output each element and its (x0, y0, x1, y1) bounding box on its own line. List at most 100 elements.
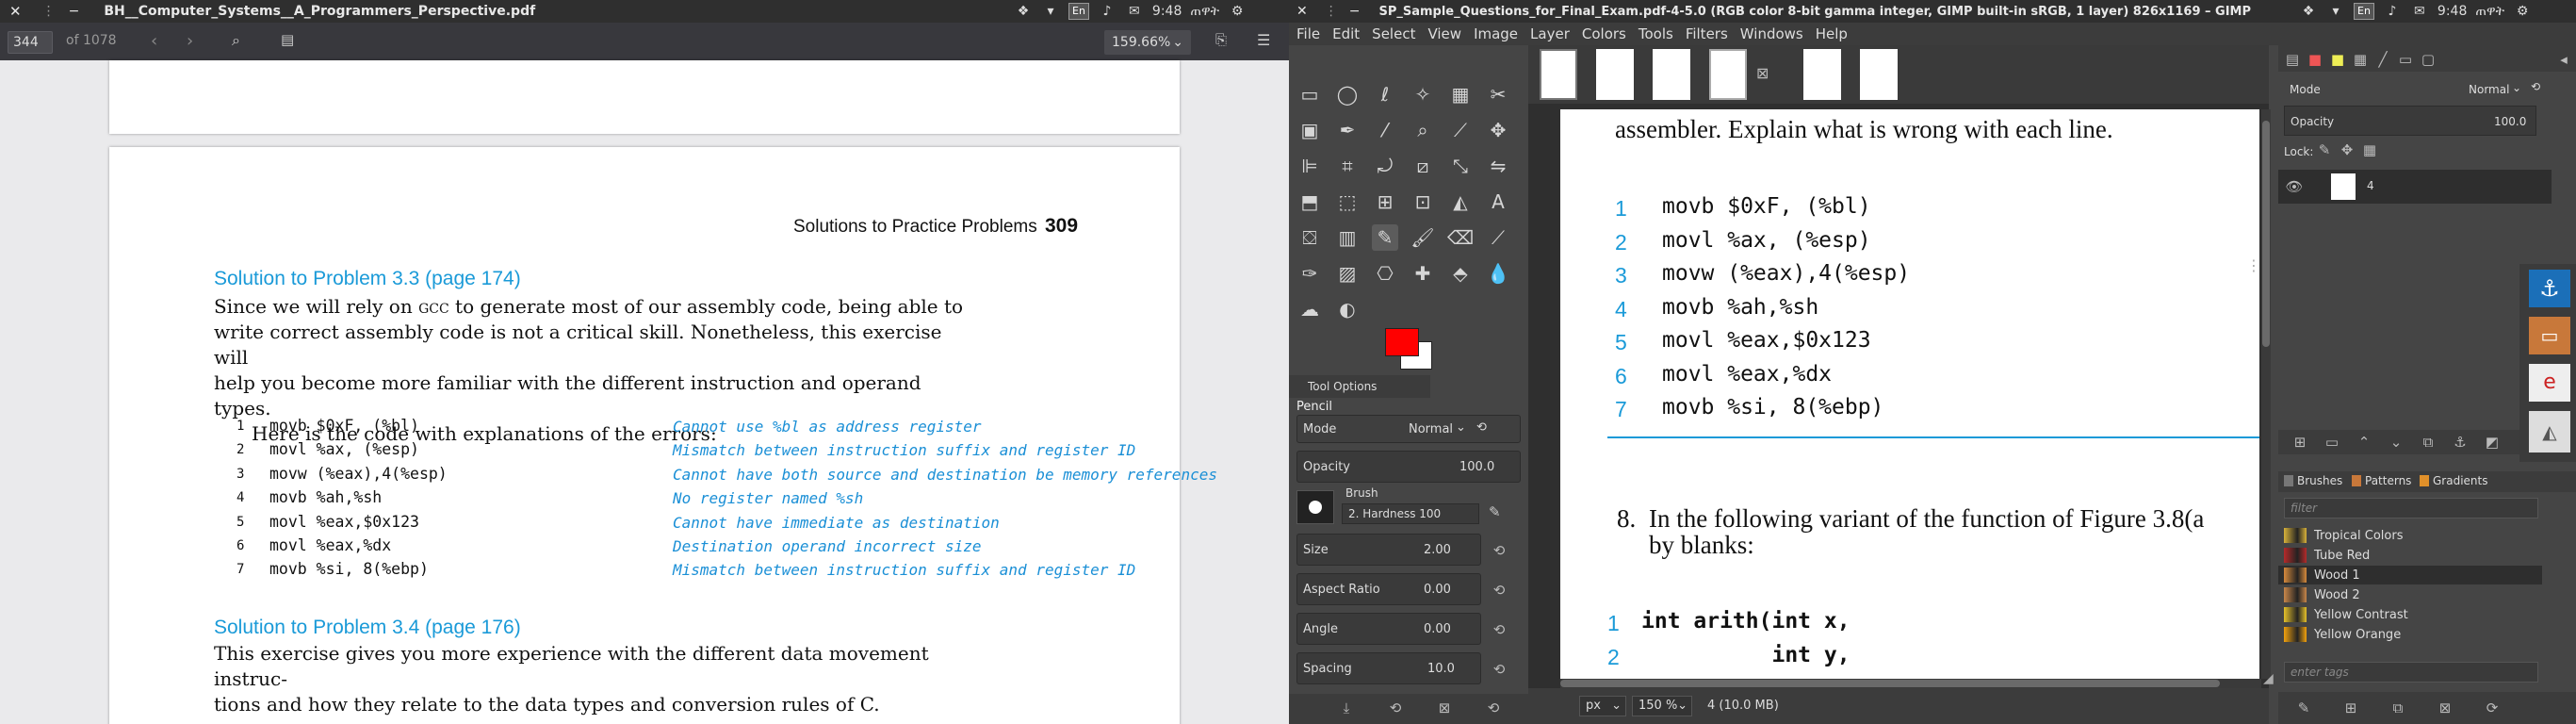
document-icon[interactable]: ▢ (2418, 49, 2438, 70)
gradient-item[interactable]: Wood 2 (2278, 585, 2542, 604)
menu-item-edit[interactable]: Edit (1332, 25, 1360, 42)
spacing-slider[interactable]: Spacing 10.0 (1296, 652, 1481, 684)
align-icon[interactable]: ⊫ (1296, 153, 1323, 179)
smudge-icon[interactable]: ☁ (1296, 296, 1323, 322)
rect-select-icon[interactable]: ▭ (1296, 81, 1323, 107)
mail-icon[interactable]: ✉ (1125, 2, 1144, 21)
tab-patterns[interactable]: Patterns (2352, 474, 2411, 487)
menu-item-filters[interactable]: Filters (1686, 25, 1728, 42)
cage-icon[interactable]: ⊡ (1410, 189, 1436, 215)
raise-layer-icon[interactable]: ⌃ (2354, 432, 2374, 452)
reset-icon[interactable]: ⟲ (1489, 659, 1509, 680)
search-icon[interactable]: ⌕ (232, 31, 240, 50)
network-icon[interactable]: ▾ (2326, 2, 2345, 21)
gradient-item[interactable]: Tube Red (2278, 546, 2542, 565)
zoom-icon[interactable]: ⌕ (1410, 117, 1436, 143)
navigate-icon[interactable]: ◢ (2263, 671, 2274, 686)
outline-icon[interactable]: ▤ (281, 31, 294, 48)
color-picker-icon[interactable]: ⁄ (1372, 117, 1398, 143)
browser-app-icon[interactable]: e (2529, 364, 2570, 402)
crop-icon[interactable]: ⌗ (1334, 153, 1361, 179)
lock-pixels-icon[interactable]: ✎ (2314, 140, 2335, 160)
menu-item-file[interactable]: File (1296, 25, 1320, 42)
close-tab-icon[interactable]: ⊠ (1756, 64, 1769, 82)
ellipse-select-icon[interactable]: ◯ (1334, 81, 1361, 107)
configure-tab-icon[interactable]: ◂ (2553, 49, 2574, 70)
aspect-ratio-slider[interactable]: Aspect Ratio 0.00 (1296, 573, 1481, 605)
volume-icon[interactable]: ♪ (1098, 2, 1117, 21)
mail-icon[interactable]: ✉ (2410, 2, 2429, 21)
free-select-icon[interactable]: ℓ (1372, 81, 1398, 107)
ink-icon[interactable]: ✑ (1296, 260, 1323, 287)
new-layer-icon[interactable]: ⊞ (2290, 432, 2310, 452)
gradient-item[interactable]: Tropical Colors (2278, 526, 2542, 545)
mypaint-brush-icon[interactable]: ▨ (1334, 260, 1361, 287)
bucket-fill-icon[interactable]: ⛋ (1296, 224, 1323, 251)
reset-icon[interactable]: ⟲ (1489, 619, 1509, 640)
menu-item-image[interactable]: Image (1474, 25, 1518, 42)
mask-icon[interactable]: ◩ (2482, 432, 2503, 452)
menu-item-view[interactable]: View (1427, 25, 1461, 42)
fuzzy-select-icon[interactable]: ✧ (1410, 81, 1436, 107)
keyboard-layout-indicator[interactable]: En (2354, 3, 2374, 20)
dock-handle-icon[interactable]: ⋮ (2246, 256, 2261, 274)
zoom-select[interactable]: 159.66% ⌄ (1104, 30, 1191, 55)
zoom-select[interactable]: 150 % ⌄ (1632, 696, 1692, 716)
tab-gradients[interactable]: Gradients (2420, 474, 2487, 487)
next-page-icon[interactable]: › (187, 31, 193, 51)
menu-item-tools[interactable]: Tools (1639, 25, 1673, 42)
colors-icon[interactable]: ■ (2305, 49, 2325, 70)
dropbox-icon[interactable]: ❖ (2299, 2, 2318, 21)
color-area[interactable] (1383, 328, 1438, 371)
menu-item-colors[interactable]: Colors (1582, 25, 1626, 42)
lock-alpha-icon[interactable]: ▦ (2359, 140, 2380, 160)
fonts-icon[interactable]: ▭ (2395, 49, 2416, 70)
image-thumbnail[interactable] (1540, 49, 1577, 100)
tab-brushes[interactable]: Brushes (2284, 474, 2342, 487)
brush-preview[interactable] (1296, 490, 1334, 524)
perspective-icon[interactable]: ⬒ (1296, 189, 1323, 215)
page-number-input[interactable]: 344 (8, 31, 53, 54)
image-thumbnail[interactable] (1596, 49, 1634, 100)
heal-icon[interactable]: ✚ (1410, 260, 1436, 287)
files-app-icon[interactable]: ▭ (2529, 317, 2570, 354)
eraser-icon[interactable]: ⌫ (1447, 224, 1474, 251)
paintbrush-icon[interactable]: 🖌 (1410, 224, 1436, 251)
settings-gear-icon[interactable]: ⚙ (1228, 2, 1247, 21)
menu-item-windows[interactable]: Windows (1740, 25, 1803, 42)
reset-icon[interactable]: ⟲ (1489, 580, 1509, 601)
dropbox-icon[interactable]: ❖ (1014, 2, 1033, 21)
restore-options-icon[interactable]: ⟲ (1385, 698, 1406, 718)
delete-gradient-icon[interactable]: ⊠ (2435, 698, 2455, 718)
reset-all-icon[interactable]: ⟲ (1483, 698, 1504, 718)
move-icon[interactable]: ✥ (1485, 117, 1511, 143)
reset-icon[interactable]: ⟲ (2531, 80, 2540, 93)
opacity-slider[interactable]: Opacity 100.0 (1296, 451, 1521, 483)
palette-icon[interactable]: ■ (2327, 49, 2348, 70)
window-menu-icon[interactable]: ✕ (1296, 4, 1308, 19)
menu-item-select[interactable]: Select (1372, 25, 1415, 42)
clock-time[interactable]: 9:48 (1152, 4, 1182, 19)
gradient-item[interactable]: Yellow Contrast (2278, 605, 2542, 624)
reset-icon[interactable]: ⟲ (1476, 420, 1487, 435)
dodge-burn-icon[interactable]: ◐ (1334, 296, 1361, 322)
clock-time[interactable]: 9:48 (2437, 4, 2467, 19)
layer-row[interactable]: 👁 4 (2278, 170, 2552, 204)
menu-icon[interactable]: ☰ (1257, 31, 1270, 49)
anchor-icon[interactable]: ⚓ (2450, 432, 2470, 452)
foreground-select-icon[interactable]: ▣ (1296, 117, 1323, 143)
brush-icon[interactable]: ╱ (2372, 49, 2393, 70)
minimize-icon[interactable]: − (69, 4, 80, 19)
settings-gear-icon[interactable]: ⚙ (2513, 2, 2532, 21)
warp-icon[interactable]: ◭ (1447, 189, 1474, 215)
tags-input[interactable]: enter tags (2284, 662, 2538, 683)
measure-icon[interactable]: ⟋ (1447, 117, 1474, 143)
foreground-color-swatch[interactable] (1385, 328, 1419, 356)
handle-transform-icon[interactable]: ⊞ (1372, 189, 1398, 215)
edit-gradient-icon[interactable]: ✎ (2293, 698, 2314, 718)
gradient-item[interactable]: Wood 1 (2278, 566, 2542, 584)
text-icon[interactable]: A (1485, 189, 1511, 215)
volume-icon[interactable]: ♪ (2383, 2, 2402, 21)
airbrush-icon[interactable]: ⟋ (1485, 224, 1511, 251)
image-thumbnail[interactable] (1803, 49, 1841, 100)
